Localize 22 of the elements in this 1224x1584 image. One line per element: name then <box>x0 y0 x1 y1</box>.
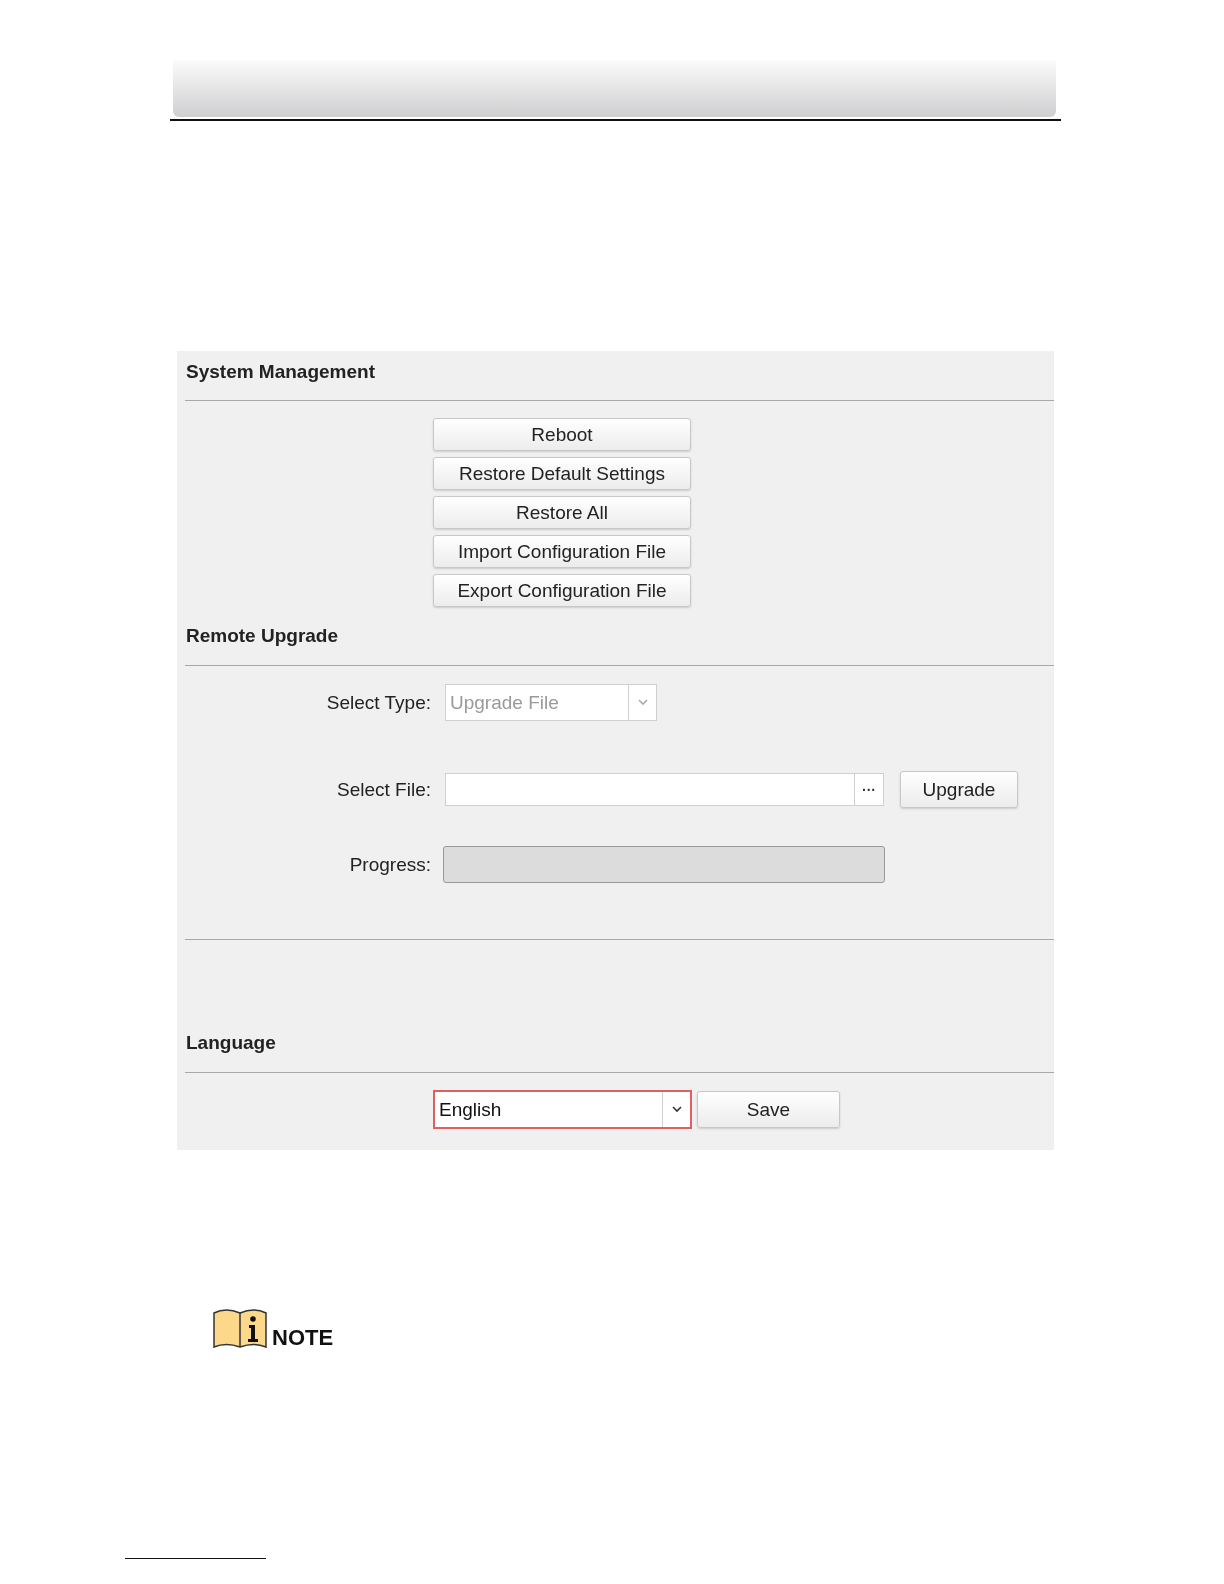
select-value: Upgrade File <box>449 690 560 715</box>
action-button[interactable]: Export Configuration File <box>433 574 691 607</box>
note-label: NOTE <box>272 1327 334 1349</box>
field-label: Select File: <box>336 778 431 801</box>
field-label: Select Type: <box>325 691 431 714</box>
chevron-down-icon <box>637 699 648 706</box>
upgrade-button[interactable]: Upgrade <box>900 771 1018 808</box>
file-field[interactable] <box>445 773 855 806</box>
action-button[interactable]: Restore All <box>433 496 691 529</box>
field-label: Progress: <box>348 853 431 876</box>
info-book-icon <box>212 1307 268 1349</box>
browse-button[interactable]: ··· <box>855 773 884 806</box>
action-button[interactable]: Import Configuration File <box>433 535 691 568</box>
section-title: Remote Upgrade <box>185 624 340 648</box>
action-button[interactable]: Restore Default Settings <box>433 457 691 490</box>
action-button[interactable]: Reboot <box>433 418 691 451</box>
chevron-down-icon <box>671 1106 682 1113</box>
section-title: Language <box>185 1031 277 1055</box>
language-select[interactable]: English <box>433 1090 692 1129</box>
select-value: English <box>438 1097 503 1122</box>
save-button[interactable]: Save <box>697 1091 840 1128</box>
section-title: System Management <box>185 360 376 384</box>
